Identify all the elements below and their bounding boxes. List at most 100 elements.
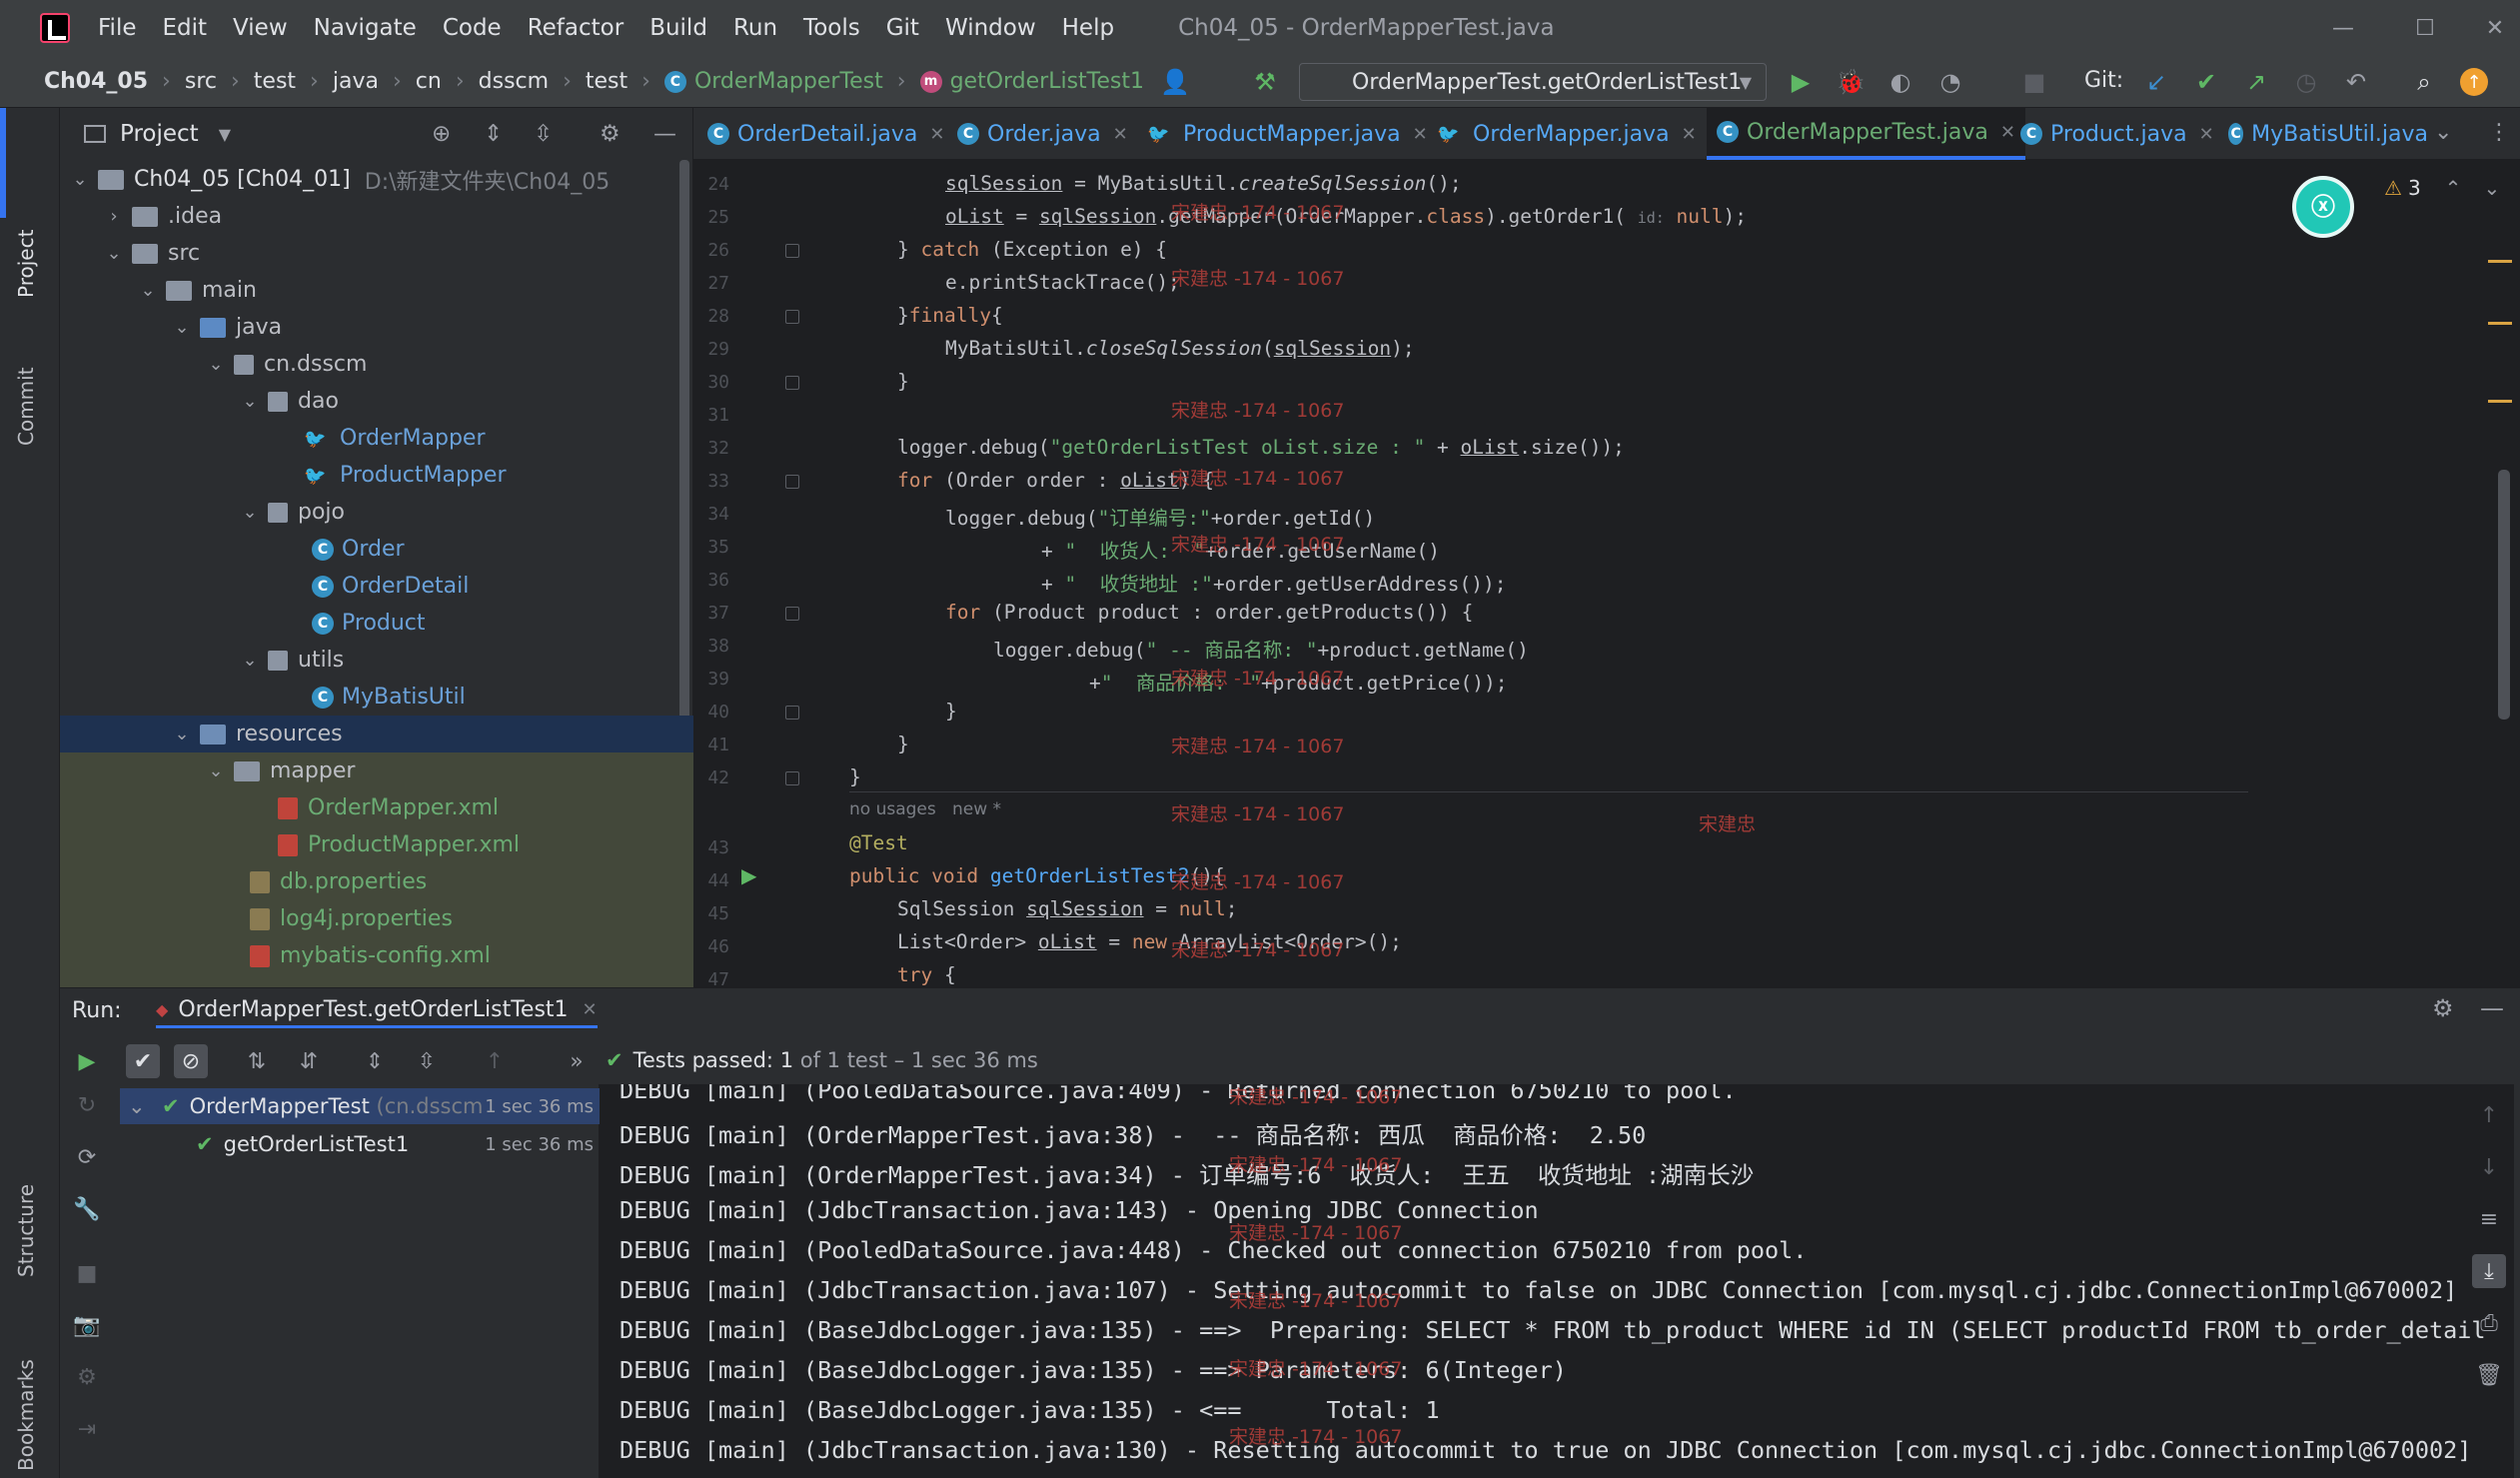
show-passed-icon[interactable]: ✔ [126,1044,160,1078]
close-icon[interactable]: ✕ [2000,122,2015,143]
structure-tool-tab[interactable]: Structure [14,1184,38,1277]
stop-icon[interactable]: ■ [2018,66,2050,98]
scroll-down-icon[interactable]: ↓ [2472,1150,2506,1184]
code-editor[interactable]: 24 25 26 27 28 29 30 31 32 33 34 35 36 3… [693,160,2520,987]
fold-marker-icon[interactable] [785,244,799,258]
fold-marker-icon[interactable] [785,376,799,390]
tree-item-pojo[interactable]: ⌄ pojo [60,494,679,531]
user-icon[interactable]: 👤 [1159,66,1191,98]
menu-tools[interactable]: Tools [803,15,860,41]
project-tool-tab[interactable]: Project [14,230,38,298]
tab-ordermappertest-active[interactable]: C OrderMapperTest.java ✕ [1707,108,2025,160]
build-hammer-icon[interactable]: ⚒ [1249,66,1281,98]
menu-run[interactable]: Run [733,15,777,41]
tree-item-mybatis-config[interactable]: mybatis-config.xml [60,937,679,974]
error-stripe-mark[interactable] [2488,260,2512,263]
run-tab[interactable]: ◆ OrderMapperTest.getOrderListTest1 ✕ [156,994,598,1028]
tab-product[interactable]: C Product.java ✕ [2020,108,2214,160]
scroll-to-end-icon[interactable]: ⤓ [2472,1254,2506,1288]
tab-mybatisutil[interactable]: C MyBatisUtil.java [2228,108,2428,160]
chevron-down-icon[interactable]: ⌄ [2483,176,2500,200]
commit-tool-tab[interactable]: Commit [14,367,38,446]
close-icon[interactable]: ✕ [2460,0,2520,56]
tab-ordermapper[interactable]: 🐦 OrderMapper.java ✕ [1437,108,1697,160]
debug-icon[interactable]: 🐞 [1835,66,1867,98]
tree-item-package[interactable]: ⌄ cn.dsscm [60,346,679,383]
menu-file[interactable]: File [98,15,137,41]
git-commit-icon[interactable]: ✔ [2190,66,2222,98]
test-case-row[interactable]: ✔ getOrderListTest1 1 sec 36 ms [120,1126,600,1162]
toggle-auto-test-icon[interactable]: ⟳ [70,1140,104,1174]
print-icon[interactable]: ⎙ [2472,1306,2506,1340]
fold-marker-icon[interactable] [785,310,799,324]
more-tabs-icon[interactable]: ⋮ [2488,120,2510,145]
git-push-icon[interactable]: ↗ [2240,66,2272,98]
tree-item-productmapper-xml[interactable]: ProductMapper.xml [60,826,679,863]
console-output[interactable]: DEBUG [main] (PooledDataSource.java:409)… [600,1084,2514,1478]
exit-icon[interactable]: ⇥ [70,1412,104,1446]
wrench-icon[interactable]: 🔧 [70,1192,104,1226]
scrollbar[interactable] [679,160,689,720]
hide-panel-icon[interactable]: — [653,121,676,147]
test-suite-row[interactable]: ⌄ ✔ OrderMapperTest (cn.dsscm 1 sec 36 m… [120,1088,600,1124]
tree-item-utils[interactable]: ⌄ utils [60,642,679,679]
close-icon[interactable]: ✕ [1413,124,1428,145]
inlay-hint[interactable]: no usages new * [849,799,1001,819]
breadcrumb-method[interactable]: m getOrderListTest1 [919,69,1144,94]
git-rollback-icon[interactable]: ↶ [2340,66,2372,98]
collapse-all-icon[interactable]: ⇳ [534,121,553,147]
tree-item-log4j-properties[interactable]: log4j.properties [60,900,679,937]
tree-item-src[interactable]: ⌄ src [60,235,679,272]
bookmarks-tool-tab[interactable]: Bookmarks [14,1359,38,1471]
gear-icon[interactable]: ⚙ [2432,994,2454,1022]
tree-item-mapper[interactable]: ⌄ mapper [60,752,679,789]
menu-window[interactable]: Window [945,15,1036,41]
expand-all-icon[interactable]: ⇕ [484,121,503,147]
trash-icon[interactable]: 🗑 [2472,1358,2506,1392]
tab-order[interactable]: C Order.java ✕ [957,108,1128,160]
minimize-icon[interactable]: — [2308,0,2378,56]
close-icon[interactable]: ✕ [583,999,598,1020]
fold-marker-icon[interactable] [785,771,799,785]
scroll-up-icon[interactable]: ↑ [2472,1098,2506,1132]
settings-icon[interactable]: ⚙ [70,1360,104,1394]
coverage-icon[interactable]: ◐ [1885,66,1916,98]
tree-item-productmapper[interactable]: 🐦 ProductMapper [60,457,679,494]
tree-item-main[interactable]: ⌄ main [60,272,679,309]
error-stripe-mark[interactable] [2488,400,2512,403]
breadcrumb-java[interactable]: java [333,69,379,94]
run-icon[interactable]: ▶ [1785,66,1817,98]
tree-item-ordermapper-xml[interactable]: OrderMapper.xml [60,789,679,826]
menu-code[interactable]: Code [443,15,502,41]
expand-all-icon[interactable]: ⇕ [358,1044,392,1078]
collapse-all-icon[interactable]: ⇳ [410,1044,444,1078]
tree-item-ordermapper[interactable]: 🐦 OrderMapper [60,420,679,457]
tab-orderdetail[interactable]: C OrderDetail.java ✕ [707,108,945,160]
run-test-gutter-icon[interactable]: ▶ [741,863,756,887]
tree-item-db-properties[interactable]: db.properties [60,863,679,900]
breadcrumb-test-pkg[interactable]: test [586,69,628,94]
rerun-icon[interactable]: ▶ [70,1044,104,1078]
debug-rerun-icon[interactable]: ↻ [70,1088,104,1122]
run-configuration-dropdown[interactable]: OrderMapperTest.getOrderListTest1 ▼ [1299,63,1767,101]
chevron-up-icon[interactable]: ⌃ [2445,176,2462,200]
gear-icon[interactable]: ⚙ [600,121,621,147]
show-ignored-icon[interactable]: ⊘ [174,1044,208,1078]
tab-productmapper[interactable]: 🐦 ProductMapper.java ✕ [1147,108,1428,160]
menu-refactor[interactable]: Refactor [528,15,624,41]
update-icon[interactable]: ↑ [2460,68,2488,96]
menu-edit[interactable]: Edit [163,15,208,41]
close-icon[interactable]: ✕ [929,124,944,145]
tree-item-dao[interactable]: ⌄ dao [60,383,679,420]
camera-icon[interactable]: 📷 [70,1308,104,1342]
tree-item-root[interactable]: ⌄ Ch04_05 [Ch04_01] D:\新建文件夹\Ch04_05 [60,161,679,198]
search-icon[interactable]: ⌕ [2408,66,2440,98]
stop-icon[interactable]: ■ [70,1256,104,1290]
locate-icon[interactable]: ⊕ [432,121,451,147]
menu-view[interactable]: View [233,15,288,41]
menu-git[interactable]: Git [886,15,919,41]
hide-panel-icon[interactable]: — [2480,994,2504,1022]
fold-marker-icon[interactable] [785,706,799,720]
project-panel-title[interactable]: Project [120,121,199,147]
warnings-indicator[interactable]: ⚠ 3 ⌃ ⌄ [2384,176,2500,200]
